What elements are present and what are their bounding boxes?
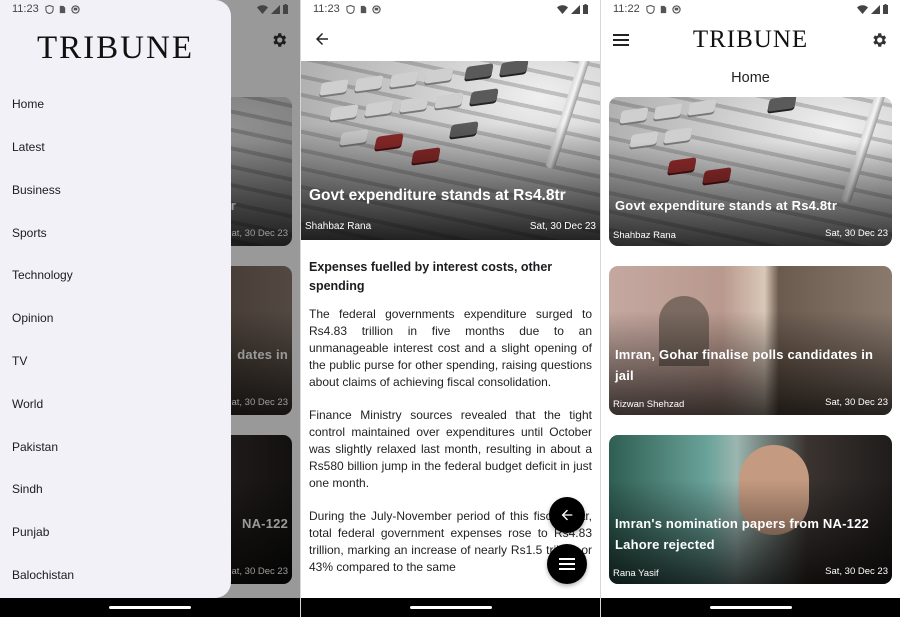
- back-arrow-icon[interactable]: [313, 30, 331, 48]
- home-screen: 11:22 TRIBUNE Home Govt expenditure stan…: [600, 0, 900, 617]
- sync-icon: [372, 4, 381, 14]
- status-time: 11:22: [613, 3, 640, 15]
- drawer-item-home[interactable]: Home: [12, 97, 44, 111]
- drawer-item-technology[interactable]: Technology: [12, 268, 73, 282]
- article-screen: 11:23 Govt expenditure stands at Rs4.8tr…: [300, 0, 600, 617]
- drawer-item-latest[interactable]: Latest: [12, 140, 45, 154]
- card-author: Shahbaz Rana: [613, 230, 676, 241]
- app-logo: TRIBUNE: [692, 26, 809, 53]
- news-card[interactable]: Imran, Gohar finalise polls candidates i…: [609, 266, 892, 415]
- drawer-item-pakistan[interactable]: Pakistan: [12, 440, 58, 454]
- system-nav-bar: [0, 598, 300, 617]
- menu-fab[interactable]: [547, 544, 587, 584]
- status-bar: 11:22: [601, 0, 900, 18]
- signal-icon: [271, 4, 280, 14]
- wifi-icon: [557, 4, 568, 14]
- gesture-handle[interactable]: [709, 606, 792, 609]
- status-time: 11:23: [12, 3, 39, 15]
- battery-icon: [283, 4, 288, 14]
- drawer-item-sports[interactable]: Sports: [12, 226, 47, 240]
- sim-card-icon: [360, 5, 366, 13]
- shield-icon: [45, 4, 54, 14]
- signal-icon: [571, 4, 580, 14]
- article-author: Shahbaz Rana: [305, 221, 372, 232]
- article-date: Sat, 30 Dec 23: [529, 221, 596, 232]
- battery-icon: [583, 4, 588, 14]
- card-title: Govt expenditure stands at Rs4.8tr: [615, 198, 838, 213]
- card-date: Sat, 30 Dec 23: [825, 566, 888, 577]
- news-card[interactable]: Imran's nomination papers from NA-122 La…: [609, 435, 892, 584]
- hamburger-menu-icon: [559, 558, 575, 570]
- sim-card-icon: [660, 5, 666, 13]
- card-author: Rana Yasif: [613, 568, 659, 579]
- card-author: Rizwan Shehzad: [613, 399, 685, 410]
- drawer-item-sindh[interactable]: Sindh: [12, 482, 43, 496]
- gesture-handle[interactable]: [409, 606, 492, 609]
- wifi-icon: [857, 4, 868, 14]
- page-title: Home: [731, 70, 770, 86]
- navigation-drawer: TRIBUNE Home Latest Business Sports Tech…: [0, 0, 231, 598]
- card-title: Imran, Gohar finalise polls candidates i…: [615, 347, 874, 383]
- shield-icon: [646, 4, 655, 14]
- card-title: Imran's nomination papers from NA-122 La…: [615, 516, 869, 552]
- status-bar: 11:23: [0, 0, 300, 18]
- sync-icon: [672, 4, 681, 14]
- system-nav-bar: [301, 598, 600, 617]
- wifi-icon: [257, 4, 268, 14]
- drawer-screen: tr Sat, 30 Dec 23 dates in Sat, 30 Dec 2…: [0, 0, 300, 617]
- arrow-left-icon: [561, 509, 573, 521]
- sync-icon: [71, 4, 80, 14]
- drawer-item-opinion[interactable]: Opinion: [12, 311, 53, 325]
- card-date: Sat, 30 Dec 23: [825, 228, 888, 239]
- app-bar: [301, 18, 600, 61]
- status-bar: 11:23: [301, 0, 600, 18]
- sim-card-icon: [59, 5, 65, 13]
- news-card[interactable]: Govt expenditure stands at Rs4.8tr Shahb…: [609, 97, 892, 246]
- app-bar: TRIBUNE: [601, 18, 900, 66]
- article-body: Expenses fuelled by interest costs, othe…: [309, 258, 592, 592]
- article-title: Govt expenditure stands at Rs4.8tr: [309, 187, 566, 204]
- drawer-item-tv[interactable]: TV: [12, 354, 27, 368]
- drawer-item-balochistan[interactable]: Balochistan: [12, 568, 74, 582]
- article-subheading: Expenses fuelled by interest costs, othe…: [309, 260, 553, 293]
- card-date: Sat, 30 Dec 23: [825, 397, 888, 408]
- drawer-item-business[interactable]: Business: [12, 183, 61, 197]
- status-time: 11:23: [313, 3, 340, 15]
- gear-icon[interactable]: [870, 31, 888, 49]
- drawer-logo: TRIBUNE: [37, 30, 194, 66]
- hero-image: Govt expenditure stands at Rs4.8tr Shahb…: [301, 61, 600, 240]
- back-fab[interactable]: [549, 497, 585, 533]
- gesture-handle[interactable]: [109, 606, 191, 609]
- article-paragraph: The federal governments expenditure surg…: [309, 307, 592, 389]
- system-nav-bar: [601, 598, 900, 617]
- drawer-item-world[interactable]: World: [12, 397, 43, 411]
- drawer-item-punjab[interactable]: Punjab: [12, 525, 49, 539]
- shield-icon: [346, 4, 355, 14]
- signal-icon: [871, 4, 880, 14]
- battery-icon: [883, 4, 888, 14]
- article-paragraph: Finance Ministry sources revealed that t…: [309, 408, 592, 490]
